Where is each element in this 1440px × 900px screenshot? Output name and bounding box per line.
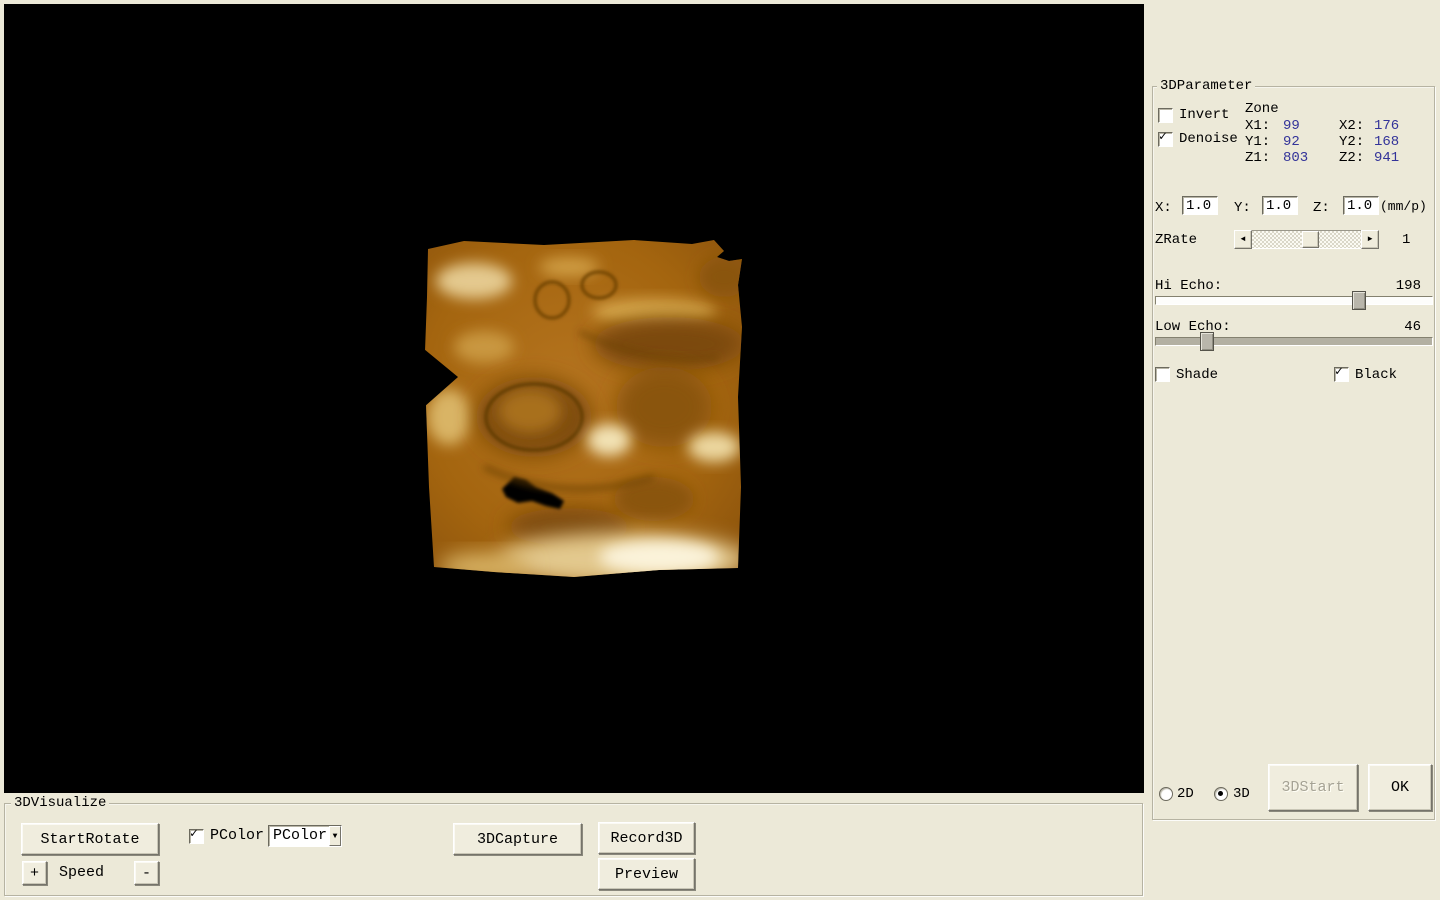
- zone-x2-label: X2:: [1339, 118, 1374, 134]
- zone-x1-label: X1:: [1245, 118, 1283, 134]
- hi-echo-thumb[interactable]: [1352, 291, 1366, 310]
- speed-label: Speed: [59, 865, 104, 881]
- zone-y2-label: Y2:: [1339, 134, 1374, 150]
- check-icon: ✓: [190, 827, 198, 840]
- speed-minus-button[interactable]: -: [134, 861, 159, 885]
- zone-table: X1: 99 X2: 176 Y1: 92 Y2: 168 Z1: 803 Z2…: [1245, 118, 1434, 166]
- zrate-label: ZRate: [1155, 232, 1197, 248]
- x-scale-label: X:: [1155, 200, 1172, 216]
- zone-y2-value: 168: [1374, 134, 1434, 150]
- shade-label: Shade: [1176, 367, 1218, 383]
- zone-row: Z1: 803 Z2: 941: [1245, 150, 1434, 166]
- y-scale-label: Y:: [1234, 200, 1251, 216]
- ok-button[interactable]: OK: [1368, 764, 1432, 811]
- capture-3d-button[interactable]: 3DCapture: [453, 823, 582, 855]
- denoise-label: Denoise: [1179, 131, 1238, 147]
- pcolor-checkbox[interactable]: ✓: [189, 829, 204, 844]
- zone-z2-value: 941: [1374, 150, 1434, 166]
- check-icon: ✓: [1159, 130, 1167, 143]
- panel-3dvisualize: 3DVisualize StartRotate ✓ PColor PColor …: [4, 803, 1143, 896]
- zone-x1-value: 99: [1283, 118, 1339, 134]
- zrate-value: 1: [1402, 232, 1410, 248]
- black-label: Black: [1355, 367, 1397, 383]
- panel-3dvisualize-title: 3DVisualize: [11, 795, 109, 811]
- mode-3d-label: 3D: [1233, 786, 1250, 802]
- pcolor-combo[interactable]: PColor ▼: [268, 825, 342, 847]
- z-scale-label: Z:: [1313, 200, 1330, 216]
- black-checkbox[interactable]: ✓: [1334, 367, 1349, 382]
- mode-2d-label: 2D: [1177, 786, 1194, 802]
- z-scale-input[interactable]: [1343, 196, 1379, 215]
- zrate-scrollbar[interactable]: ◄ ►: [1234, 230, 1379, 247]
- low-echo-slider[interactable]: [1155, 337, 1433, 346]
- ultrasound-render[interactable]: [424, 237, 746, 579]
- zone-y1-label: Y1:: [1245, 134, 1283, 150]
- start-rotate-button[interactable]: StartRotate: [21, 823, 159, 855]
- preview-button[interactable]: Preview: [598, 858, 695, 890]
- y-scale-input[interactable]: [1262, 196, 1298, 215]
- x-scale-input[interactable]: [1182, 196, 1218, 215]
- scroll-left-icon[interactable]: ◄: [1234, 230, 1252, 249]
- low-echo-value: 46: [1383, 319, 1421, 335]
- zone-z1-label: Z1:: [1245, 150, 1283, 166]
- panel-3dparameter-title: 3DParameter: [1157, 78, 1255, 94]
- dropdown-arrow-icon[interactable]: ▼: [329, 826, 341, 846]
- mode-3d-radio[interactable]: [1214, 787, 1228, 801]
- start3d-button[interactable]: 3DStart: [1268, 764, 1358, 811]
- hi-echo-slider[interactable]: [1155, 296, 1433, 305]
- record-3d-button[interactable]: Record3D: [598, 822, 695, 854]
- shade-checkbox[interactable]: [1155, 367, 1170, 382]
- low-echo-thumb[interactable]: [1200, 332, 1214, 351]
- invert-label: Invert: [1179, 107, 1229, 123]
- zrate-scroll-track[interactable]: [1252, 230, 1361, 249]
- speed-plus-button[interactable]: +: [22, 861, 47, 885]
- hi-echo-label: Hi Echo:: [1155, 278, 1222, 294]
- scroll-right-icon[interactable]: ►: [1361, 230, 1379, 249]
- mode-2d-radio[interactable]: [1159, 787, 1173, 801]
- zone-row: X1: 99 X2: 176: [1245, 118, 1434, 134]
- check-icon: ✓: [1335, 365, 1343, 378]
- low-echo-label: Low Echo:: [1155, 319, 1231, 335]
- zone-x2-value: 176: [1374, 118, 1434, 134]
- zone-z2-label: Z2:: [1339, 150, 1374, 166]
- pcolor-combo-value: PColor: [269, 826, 329, 846]
- render-viewport[interactable]: [4, 4, 1144, 793]
- hi-echo-value: 198: [1383, 278, 1421, 294]
- invert-checkbox[interactable]: [1158, 108, 1173, 123]
- pcolor-label: PColor: [210, 828, 264, 844]
- denoise-checkbox[interactable]: ✓: [1158, 132, 1173, 147]
- zone-z1-value: 803: [1283, 150, 1339, 166]
- panel-3dparameter: 3DParameter Invert ✓ Denoise Zone X1: 99…: [1152, 86, 1435, 820]
- zone-y1-value: 92: [1283, 134, 1339, 150]
- zone-label: Zone: [1245, 101, 1279, 117]
- scale-unit-label: (mm/p): [1380, 199, 1427, 215]
- zrate-scroll-thumb[interactable]: [1302, 231, 1319, 248]
- zone-row: Y1: 92 Y2: 168: [1245, 134, 1434, 150]
